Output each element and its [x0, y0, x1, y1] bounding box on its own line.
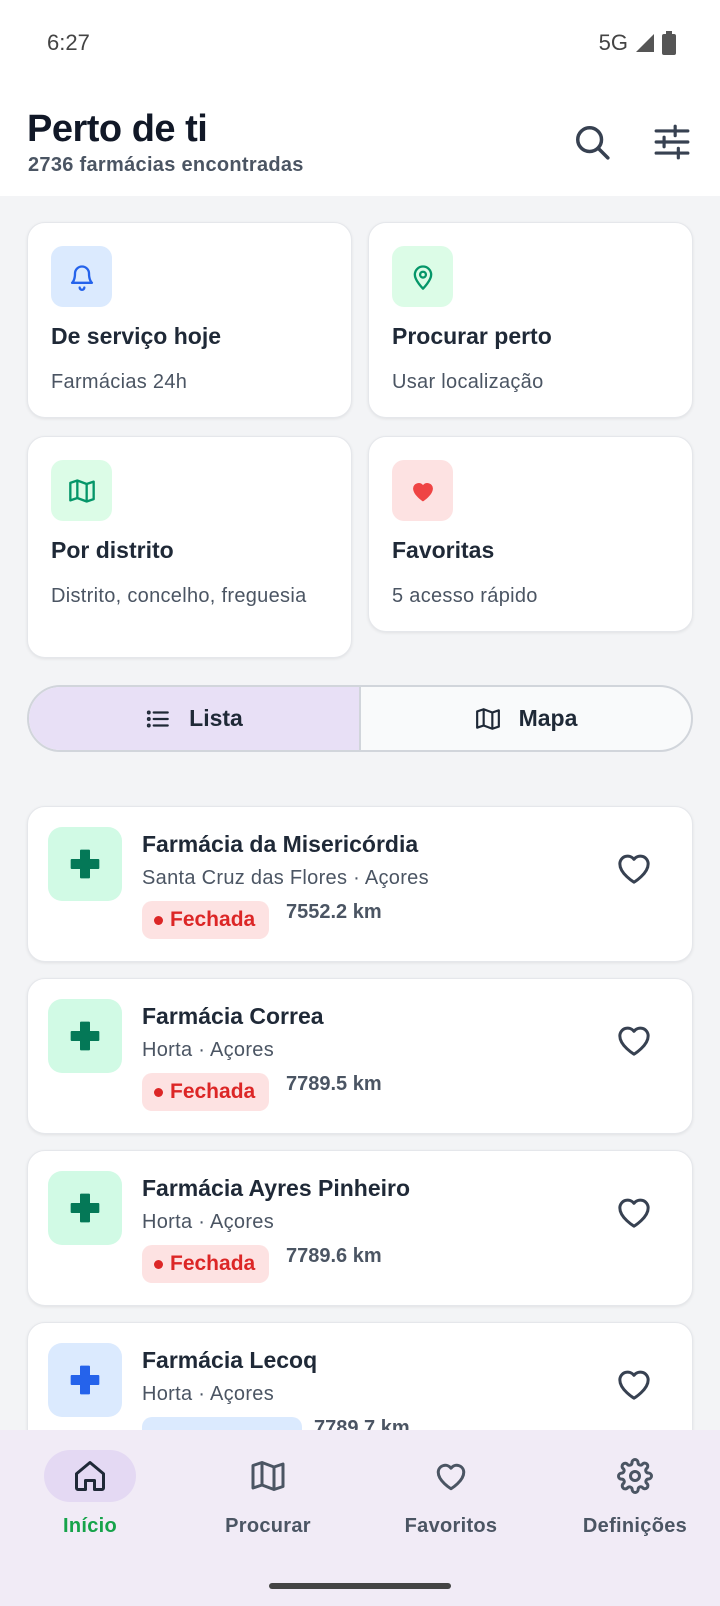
status-indicators: 5G [599, 30, 676, 56]
map-icon [475, 707, 500, 730]
pharmacy-cross-icon [70, 1021, 100, 1051]
pharmacy-name: Farmácia Correa [142, 1003, 324, 1029]
status-dot [154, 1259, 163, 1269]
quick-action-by-district[interactable]: Por distrito Distrito, concelho, fregues… [27, 436, 352, 658]
status-badge: Fechada [142, 1245, 270, 1283]
result-count: 2736 farmácias encontradas [28, 154, 304, 176]
status-dot [154, 1087, 163, 1097]
battery-icon [662, 31, 676, 55]
status-bar: 6:27 5G [0, 0, 720, 90]
view-toggle: Lista Mapa [27, 685, 693, 752]
nav-label: Início [62, 1515, 118, 1537]
map-icon [68, 478, 95, 503]
status-text: Fechada [170, 1080, 256, 1103]
nav-item-search[interactable]: Procurar [178, 1450, 358, 1550]
pharmacy-distance: 7789.5 km [286, 1073, 382, 1095]
pharmacy-distance: 7789.6 km [286, 1245, 382, 1267]
pharmacy-location: Santa Cruz das Flores · Açores [142, 867, 429, 889]
search-icon [576, 126, 610, 160]
list-view-button[interactable]: Lista [29, 687, 361, 750]
nav-label: Favoritos [404, 1515, 498, 1537]
network-label: 5G [598, 30, 628, 55]
favorite-button[interactable] [611, 1017, 657, 1063]
quick-action-title: Favoritas [392, 537, 495, 563]
quick-action-icon-box [392, 246, 453, 307]
nav-item-home[interactable]: Início [0, 1450, 180, 1550]
heart-outline-icon [618, 1198, 650, 1228]
quick-action-title: Procurar perto [392, 323, 552, 349]
filter-button[interactable] [648, 118, 696, 166]
pharmacy-distance: 7552.2 km [286, 901, 382, 923]
list-icon [146, 710, 169, 727]
home-indicator [269, 1583, 451, 1589]
map-view-label: Mapa [518, 705, 578, 731]
favorite-button[interactable] [611, 1361, 657, 1407]
heart-outline-icon [618, 1026, 650, 1056]
status-badge: Fechada [142, 901, 270, 939]
map-view-button[interactable]: Mapa [361, 687, 691, 750]
quick-action-subtitle: 5 acesso rápido [392, 585, 538, 607]
pharmacy-location: Horta · Açores [142, 1211, 275, 1233]
nav-item-favorites[interactable]: Favoritos [361, 1450, 541, 1550]
sliders-icon [654, 124, 690, 160]
quick-action-icon-box [51, 246, 112, 307]
pharmacy-cross-icon [70, 1365, 100, 1395]
quick-action-title: De serviço hoje [51, 323, 222, 349]
status-time: 6:27 [47, 30, 90, 55]
nav-icon-indicator [589, 1450, 681, 1502]
home-icon [75, 1461, 105, 1491]
search-button[interactable] [568, 118, 616, 166]
favorite-button[interactable] [611, 845, 657, 891]
map-icon [251, 1461, 285, 1491]
signal-icon [636, 34, 654, 52]
heart-outline-icon [618, 854, 650, 884]
bottom-navigation: Início Procurar Favoritos Definições [0, 1430, 720, 1606]
pharmacy-icon-box [48, 827, 122, 901]
quick-action-subtitle: Distrito, concelho, freguesia [51, 585, 307, 607]
pharmacy-cross-icon [70, 1193, 100, 1223]
nav-icon-indicator [44, 1450, 136, 1502]
pharmacy-list-item[interactable]: Farmácia da Misericórdia Santa Cruz das … [27, 806, 693, 962]
nav-icon-indicator [405, 1450, 497, 1502]
status-dot [154, 915, 163, 925]
pharmacy-location: Horta · Açores [142, 1039, 275, 1061]
quick-action-subtitle: Usar localização [392, 371, 544, 393]
quick-action-on-duty[interactable]: De serviço hoje Farmácias 24h [27, 222, 352, 418]
map-pin-icon [413, 264, 432, 290]
pharmacy-list-item[interactable]: Farmácia Ayres Pinheiro Horta · Açores F… [27, 1150, 693, 1306]
pharmacy-name: Farmácia Lecoq [142, 1347, 318, 1373]
status-text: Fechada [170, 1252, 256, 1275]
status-badge: Fechada [142, 1073, 270, 1111]
page-title: Perto de ti [27, 108, 208, 150]
nav-label: Procurar [225, 1515, 311, 1537]
quick-action-icon-box [51, 460, 112, 521]
pharmacy-icon-box [48, 999, 122, 1073]
pharmacy-cross-icon [70, 849, 100, 879]
page-header: Perto de ti 2736 farmácias encontradas [0, 90, 720, 196]
quick-action-title: Por distrito [51, 537, 174, 563]
pharmacy-location: Horta · Açores [142, 1383, 275, 1405]
pharmacy-list-item[interactable]: Farmácia Correa Horta · Açores Fechada 7… [27, 978, 693, 1134]
bell-icon [70, 264, 93, 291]
heart-icon [436, 1463, 466, 1491]
pharmacy-name: Farmácia Ayres Pinheiro [142, 1175, 411, 1201]
favorite-button[interactable] [611, 1189, 657, 1235]
list-view-label: Lista [189, 705, 243, 731]
quick-action-icon-box [392, 460, 453, 521]
nav-label: Definições [582, 1515, 688, 1537]
pharmacy-icon-box [48, 1343, 122, 1417]
status-text: Fechada [170, 908, 256, 931]
quick-action-subtitle: Farmácias 24h [51, 371, 188, 393]
nav-icon-indicator [222, 1450, 314, 1502]
pharmacy-name: Farmácia da Misericórdia [142, 831, 419, 857]
gear-icon [617, 1458, 653, 1494]
heart-icon [412, 482, 433, 501]
quick-action-favorites[interactable]: Favoritas 5 acesso rápido [368, 436, 693, 632]
quick-action-nearby[interactable]: Procurar perto Usar localização [368, 222, 693, 418]
heart-outline-icon [618, 1370, 650, 1400]
nav-item-settings[interactable]: Definições [545, 1450, 720, 1550]
pharmacy-icon-box [48, 1171, 122, 1245]
